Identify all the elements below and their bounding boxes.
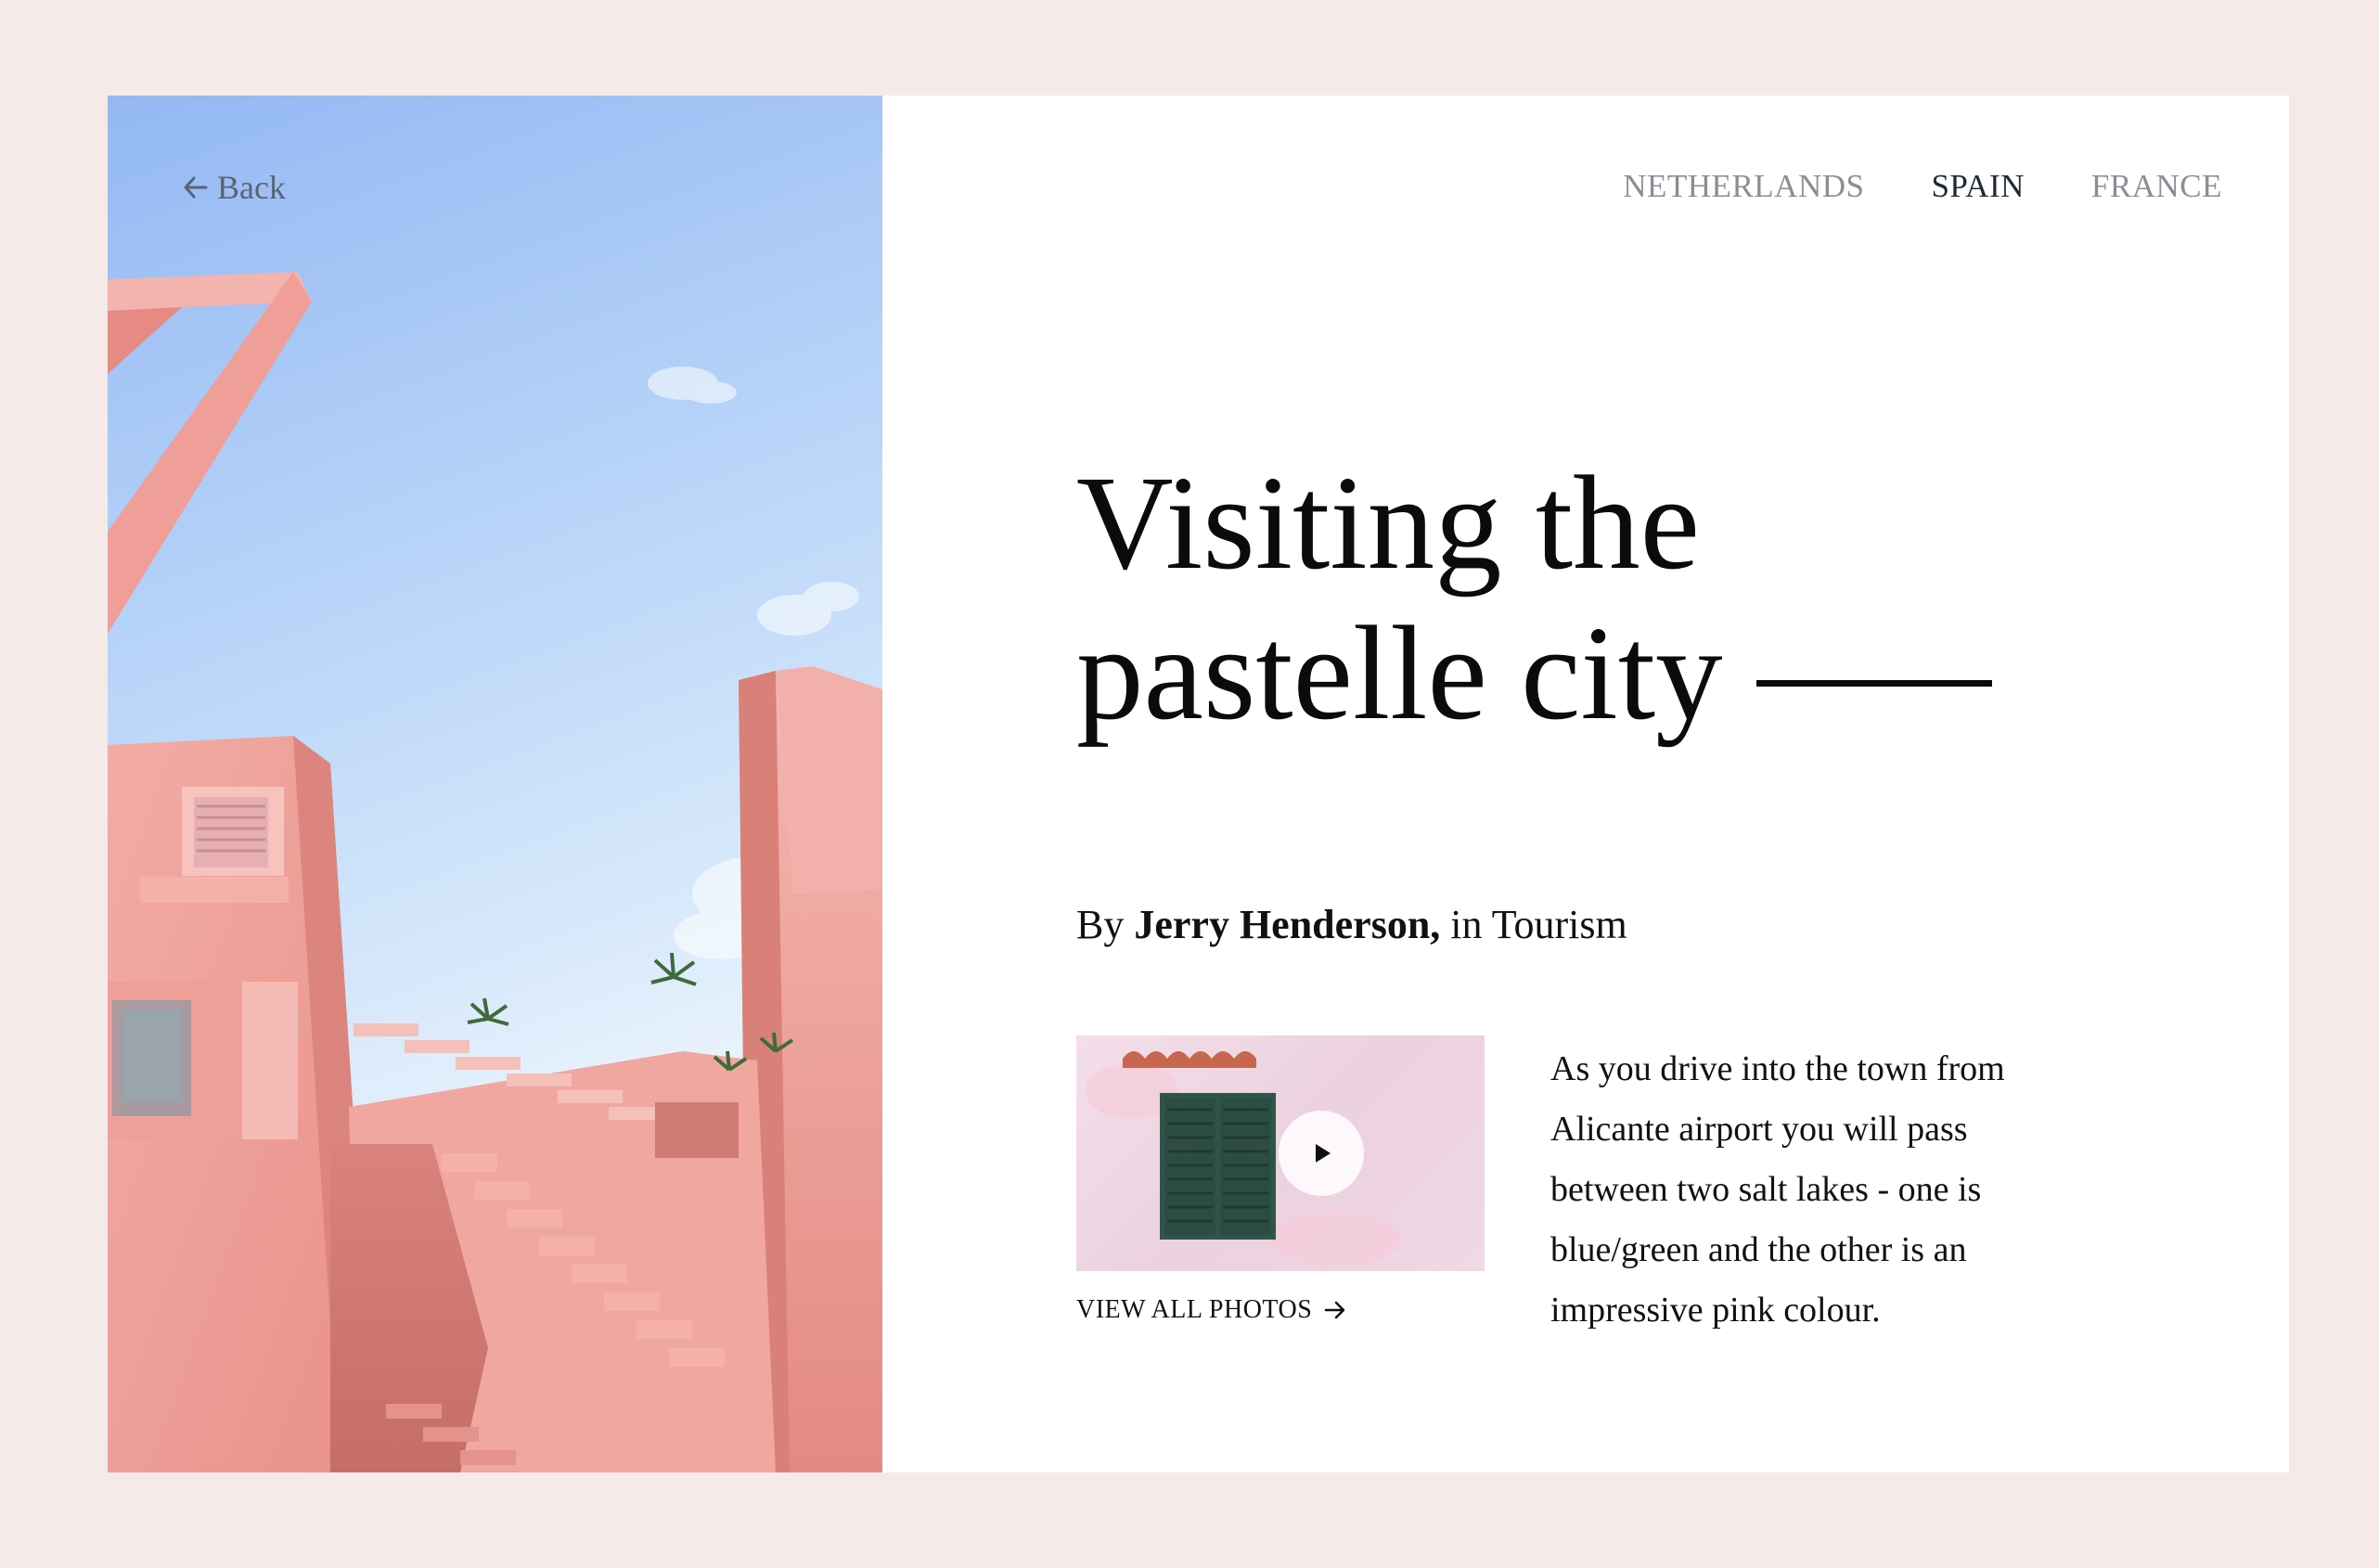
article-description: As you drive into the town from Alicante… [1550, 1049, 2005, 1330]
nav-item-spain[interactable]: SPAIN [1931, 168, 2024, 205]
byline: By Jerry Henderson, in Tourism [1076, 901, 1627, 948]
arrow-right-icon [1325, 1301, 1345, 1319]
nav-item-france[interactable]: FRANCE [2091, 168, 2222, 205]
category-text: in Tourism [1450, 902, 1627, 947]
byline-prefix: By [1076, 902, 1125, 947]
play-button[interactable] [1279, 1111, 1364, 1196]
view-all-photos-link[interactable]: VIEW ALL PHOTOS [1076, 1295, 1349, 1325]
hero-image: Back [108, 96, 882, 1472]
nav-item-netherlands[interactable]: NETHERLANDS [1623, 168, 1864, 205]
article-card: Back NETHERLANDS SPAIN FRANCE Visiting t… [108, 96, 2289, 1472]
pink-building-illustration [108, 272, 882, 1472]
arrow-left-icon [184, 176, 208, 199]
country-nav: NETHERLANDS SPAIN FRANCE [1623, 168, 2222, 205]
title-line-2: pastelle city [1076, 599, 1723, 748]
view-all-label: VIEW ALL PHOTOS [1076, 1295, 1313, 1324]
author-name: Jerry Henderson, [1134, 902, 1441, 947]
play-icon [1316, 1144, 1331, 1163]
back-label: Back [217, 169, 286, 206]
title-dash [1755, 680, 1992, 688]
back-link[interactable]: Back [180, 168, 286, 207]
title-line-1: Visiting the [1076, 449, 1700, 598]
page-title: Visiting the pastelle city [1076, 448, 2190, 749]
video-thumbnail[interactable] [1076, 1035, 1485, 1271]
